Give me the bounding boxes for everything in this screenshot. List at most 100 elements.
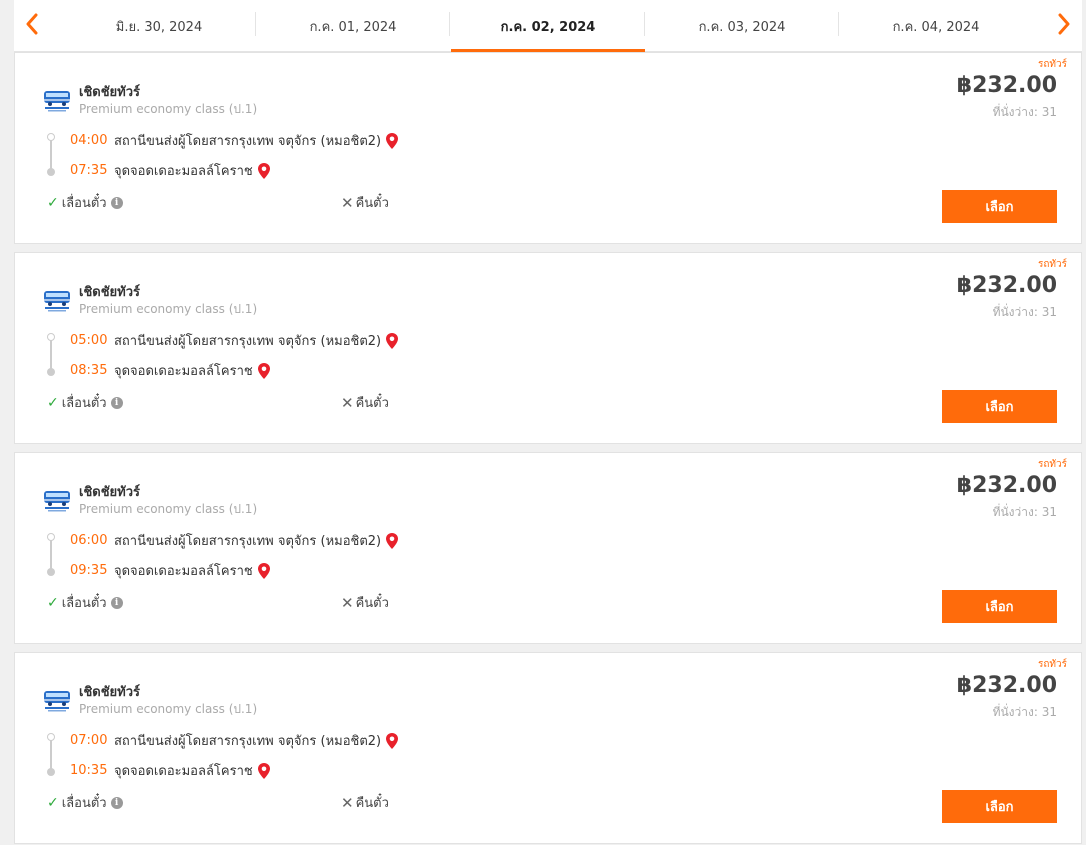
trip-card-3: รถทัวร์ เชิดชัยทัวร์ Premium economy cla… xyxy=(14,652,1082,844)
date-tab-0[interactable]: มิ.ย. 30, 2024 xyxy=(62,0,256,52)
date-tab-1[interactable]: ก.ค. 01, 2024 xyxy=(256,0,450,52)
bus-class: Premium economy class (ป.1) xyxy=(79,702,258,716)
arrival-time: 10:35 xyxy=(70,763,108,778)
bus-type-tag: รถทัวร์ xyxy=(1037,459,1067,470)
select-button[interactable]: เลือก xyxy=(942,590,1057,623)
arrival-dot xyxy=(47,368,55,376)
cross-icon: ✕ xyxy=(341,193,354,212)
arrival-time: 09:35 xyxy=(70,563,108,578)
refund-ticket-feature: ✕ คืนตั๋ว xyxy=(341,792,389,813)
departure-dot xyxy=(47,133,55,141)
refund-ticket-label: คืนตั๋ว xyxy=(355,196,389,211)
departure-row: 06:00 สถานีขนส่งผู้โดยสารกรุงเทพ จตุจักร… xyxy=(70,530,399,551)
arrival-stop: จุดจอดเดอะมอลล์โคราช xyxy=(114,164,253,179)
departure-stop: สถานีขนส่งผู้โดยสารกรุงเทพ จตุจักร (หมอช… xyxy=(114,334,382,349)
operator-name: เชิดชัยทัวร์ xyxy=(79,285,141,300)
arrival-stop: จุดจอดเดอะมอลล์โคราช xyxy=(114,364,253,379)
arrival-row: 08:35 จุดจอดเดอะมอลล์โคราช xyxy=(70,360,271,381)
cross-icon: ✕ xyxy=(341,393,354,412)
departure-time: 07:00 xyxy=(70,733,108,748)
map-pin-icon[interactable] xyxy=(385,732,399,750)
check-icon: ✓ xyxy=(47,794,59,811)
date-tab-label: ก.ค. 02, 2024 xyxy=(500,19,596,35)
arrival-row: 09:35 จุดจอดเดอะมอลล์โคราช xyxy=(70,560,271,581)
info-icon[interactable]: i xyxy=(110,196,123,209)
refund-ticket-label: คืนตั๋ว xyxy=(355,596,389,611)
operator-logo-icon xyxy=(43,485,71,513)
date-tab-3[interactable]: ก.ค. 03, 2024 xyxy=(645,0,839,52)
date-tab-label: มิ.ย. 30, 2024 xyxy=(115,19,203,35)
change-ticket-feature: ✓ เลื่อนตั๋ว i xyxy=(47,792,123,813)
departure-dot xyxy=(47,733,55,741)
route-line xyxy=(50,336,52,370)
departure-dot xyxy=(47,533,55,541)
departure-stop: สถานีขนส่งผู้โดยสารกรุงเทพ จตุจักร (หมอช… xyxy=(114,534,382,549)
departure-dot xyxy=(47,333,55,341)
map-pin-icon[interactable] xyxy=(257,362,271,380)
change-ticket-feature: ✓ เลื่อนตั๋ว i xyxy=(47,592,123,613)
arrival-stop: จุดจอดเดอะมอลล์โคราช xyxy=(114,564,253,579)
operator-logo-icon xyxy=(43,285,71,313)
arrival-time: 08:35 xyxy=(70,363,108,378)
refund-ticket-label: คืนตั๋ว xyxy=(355,396,389,411)
trip-card-1: รถทัวร์ เชิดชัยทัวร์ Premium economy cla… xyxy=(14,252,1082,444)
departure-stop: สถานีขนส่งผู้โดยสารกรุงเทพ จตุจักร (หมอช… xyxy=(114,734,382,749)
operator-name: เชิดชัยทัวร์ xyxy=(79,685,141,700)
refund-ticket-feature: ✕ คืนตั๋ว xyxy=(341,592,389,613)
date-tab-2[interactable]: ก.ค. 02, 2024 xyxy=(451,0,645,52)
arrival-row: 10:35 จุดจอดเดอะมอลล์โคราช xyxy=(70,760,271,781)
select-button[interactable]: เลือก xyxy=(942,390,1057,423)
bus-class: Premium economy class (ป.1) xyxy=(79,302,258,316)
next-date-arrow-icon[interactable] xyxy=(1052,10,1076,38)
date-tab-label: ก.ค. 03, 2024 xyxy=(698,19,786,35)
fare-price: ฿232.00 xyxy=(956,473,1057,498)
bus-class: Premium economy class (ป.1) xyxy=(79,502,258,516)
date-tab-label: ก.ค. 01, 2024 xyxy=(309,19,397,35)
refund-ticket-feature: ✕ คืนตั๋ว xyxy=(341,392,389,413)
select-button[interactable]: เลือก xyxy=(942,790,1057,823)
map-pin-icon[interactable] xyxy=(257,162,271,180)
map-pin-icon[interactable] xyxy=(257,562,271,580)
map-pin-icon[interactable] xyxy=(385,132,399,150)
arrival-time: 07:35 xyxy=(70,163,108,178)
seats-available: ที่นั่งว่าง: 31 xyxy=(992,505,1057,519)
change-ticket-feature: ✓ เลื่อนตั๋ว i xyxy=(47,392,123,413)
arrival-dot xyxy=(47,168,55,176)
prev-date-arrow-icon[interactable] xyxy=(20,10,44,38)
check-icon: ✓ xyxy=(47,394,59,411)
change-ticket-label: เลื่อนตั๋ว xyxy=(61,396,107,411)
departure-row: 07:00 สถานีขนส่งผู้โดยสารกรุงเทพ จตุจักร… xyxy=(70,730,399,751)
info-icon[interactable]: i xyxy=(110,796,123,809)
date-tab-4[interactable]: ก.ค. 04, 2024 xyxy=(839,0,1033,52)
date-selector: มิ.ย. 30, 2024 ก.ค. 01, 2024 ก.ค. 02, 20… xyxy=(14,0,1082,52)
fare-price: ฿232.00 xyxy=(956,273,1057,298)
seats-available: ที่นั่งว่าง: 31 xyxy=(992,705,1057,719)
seats-available: ที่นั่งว่าง: 31 xyxy=(992,105,1057,119)
route-line xyxy=(50,136,52,170)
fare-price: ฿232.00 xyxy=(956,73,1057,98)
arrival-row: 07:35 จุดจอดเดอะมอลล์โคราช xyxy=(70,160,271,181)
cross-icon: ✕ xyxy=(341,593,354,612)
change-ticket-label: เลื่อนตั๋ว xyxy=(61,196,107,211)
departure-time: 06:00 xyxy=(70,533,108,548)
operator-name: เชิดชัยทัวร์ xyxy=(79,485,141,500)
seats-available: ที่นั่งว่าง: 31 xyxy=(992,305,1057,319)
map-pin-icon[interactable] xyxy=(385,532,399,550)
map-pin-icon[interactable] xyxy=(385,332,399,350)
refund-ticket-label: คืนตั๋ว xyxy=(355,796,389,811)
date-tab-label: ก.ค. 04, 2024 xyxy=(892,19,980,35)
departure-row: 05:00 สถานีขนส่งผู้โดยสารกรุงเทพ จตุจักร… xyxy=(70,330,399,351)
select-button[interactable]: เลือก xyxy=(942,190,1057,223)
departure-time: 04:00 xyxy=(70,133,108,148)
change-ticket-label: เลื่อนตั๋ว xyxy=(61,596,107,611)
info-icon[interactable]: i xyxy=(110,596,123,609)
change-ticket-label: เลื่อนตั๋ว xyxy=(61,796,107,811)
arrival-dot xyxy=(47,568,55,576)
info-icon[interactable]: i xyxy=(110,396,123,409)
operator-name: เชิดชัยทัวร์ xyxy=(79,85,141,100)
bus-class: Premium economy class (ป.1) xyxy=(79,102,258,116)
change-ticket-feature: ✓ เลื่อนตั๋ว i xyxy=(47,192,123,213)
map-pin-icon[interactable] xyxy=(257,762,271,780)
trip-card-0: รถทัวร์ เชิดชัยทัวร์ Premium economy cla… xyxy=(14,52,1082,244)
fare-price: ฿232.00 xyxy=(956,673,1057,698)
